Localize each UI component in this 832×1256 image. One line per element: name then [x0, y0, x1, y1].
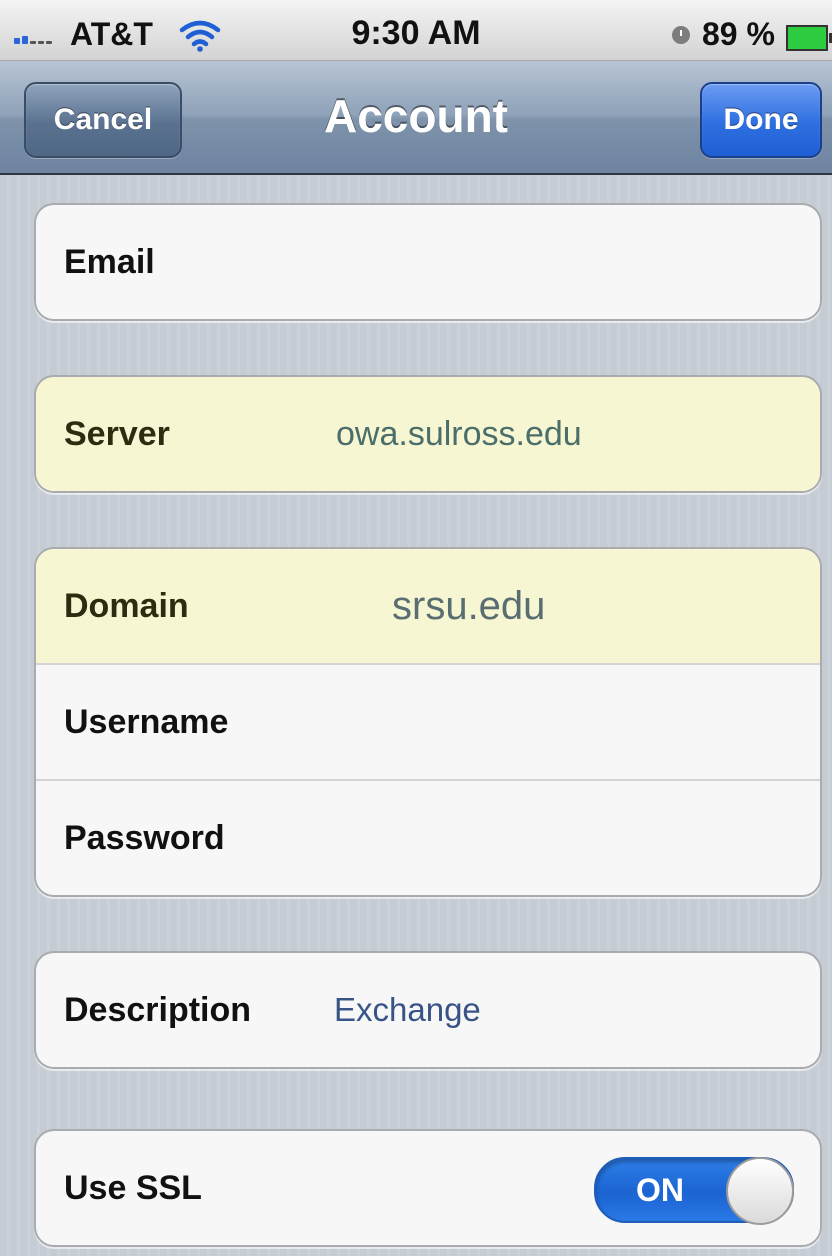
domain-field[interactable]: Domain srsu.edu [36, 549, 820, 663]
password-field[interactable]: Password [36, 779, 820, 895]
domain-label: Domain [64, 587, 189, 625]
description-field[interactable]: Description Exchange [36, 953, 820, 1067]
done-button[interactable]: Done [700, 82, 822, 158]
use-ssl-toggle[interactable]: ON [594, 1157, 794, 1225]
use-ssl-label: Use SSL [64, 1169, 202, 1207]
nav-bar: Cancel Account Done [0, 61, 832, 175]
email-field[interactable]: Email [36, 205, 820, 319]
status-bar: AT&T 9:30 AM 89 % [0, 0, 832, 61]
battery-icon [786, 25, 832, 51]
server-value[interactable]: owa.sulross.edu [336, 377, 582, 491]
account-form: Email Server owa.sulross.edu Domain srsu… [0, 175, 832, 1256]
battery-percent: 89 % [702, 16, 775, 52]
username-field[interactable]: Username [36, 663, 820, 779]
description-label: Description [64, 991, 252, 1029]
email-group: Email [34, 203, 822, 321]
use-ssl-row: Use SSL ON [36, 1131, 820, 1245]
password-label: Password [64, 819, 225, 857]
toggle-state-label: ON [636, 1172, 684, 1208]
alarm-icon [672, 26, 690, 44]
email-label: Email [64, 243, 155, 281]
description-group: Description Exchange [34, 951, 822, 1069]
server-label: Server [64, 415, 170, 453]
credentials-group: Domain srsu.edu Username Password [34, 547, 822, 897]
username-label: Username [64, 703, 229, 741]
toggle-knob[interactable] [726, 1157, 794, 1225]
server-field[interactable]: Server owa.sulross.edu [36, 377, 820, 491]
description-value[interactable]: Exchange [334, 953, 481, 1067]
domain-value[interactable]: srsu.edu [392, 549, 545, 663]
ssl-group: Use SSL ON [34, 1129, 822, 1247]
server-group: Server owa.sulross.edu [34, 375, 822, 493]
